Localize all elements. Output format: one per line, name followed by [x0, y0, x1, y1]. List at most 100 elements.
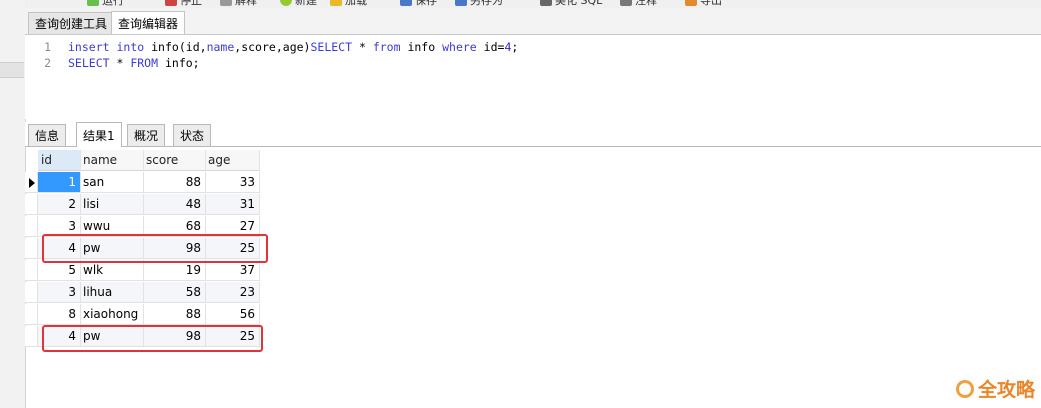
row-indicator[interactable] — [25, 304, 38, 325]
sql-keyword: SELECT — [68, 56, 110, 70]
row-indicator[interactable] — [25, 260, 38, 281]
sql-token: id — [185, 40, 200, 54]
sql-token: id — [483, 40, 498, 54]
save-icon — [400, 0, 412, 6]
tab-query-editor-label: 查询编辑器 — [118, 16, 179, 31]
toolbar-export[interactable]: 导出 — [685, 0, 722, 7]
cell-score[interactable]: 88 — [144, 172, 206, 193]
stop-icon — [165, 0, 177, 6]
column-header-name[interactable]: name — [81, 150, 144, 171]
toolbar-stop[interactable]: 停止 — [165, 0, 202, 7]
tab-status[interactable]: 状态 — [173, 124, 212, 146]
sql-editor[interactable]: 1 2 insert into info(id,name,score,age)S… — [25, 35, 1041, 119]
line-number: 2 — [44, 56, 51, 70]
toolbar-save[interactable]: 保存 — [400, 0, 437, 7]
tab-info-label: 信息 — [35, 129, 60, 143]
toolbar-load[interactable]: 加载 — [330, 0, 367, 7]
toolbar-stop-label: 停止 — [180, 0, 202, 7]
side-panel-selected-item[interactable] — [0, 62, 24, 78]
cell-id[interactable]: 5 — [38, 260, 81, 281]
toolbar-new-label: 新建 — [295, 0, 317, 7]
result-tab-bar: 信息 结果1 概况 状态 — [25, 122, 1041, 147]
toolbar-run-label: 运行 — [102, 0, 124, 7]
cell-age[interactable]: 37 — [206, 260, 260, 281]
cell-score[interactable]: 48 — [144, 194, 206, 215]
row-indicator[interactable] — [25, 172, 38, 193]
comment-icon — [620, 0, 632, 6]
sql-keyword: insert — [68, 40, 110, 54]
sql-token: ; — [192, 56, 200, 70]
row-indicator[interactable] — [25, 282, 38, 303]
sql-line-2: SELECT * FROM info; — [68, 56, 200, 70]
toolbar-save-as-label: 另存为 — [470, 0, 503, 7]
explain-icon — [220, 0, 232, 6]
cell-id[interactable]: 8 — [38, 304, 81, 325]
row-indicator[interactable] — [25, 194, 38, 215]
cell-score[interactable]: 88 — [144, 304, 206, 325]
sql-token: age — [282, 40, 304, 54]
tab-info[interactable]: 信息 — [28, 124, 67, 146]
toolbar-comment-label: 注释 — [635, 0, 657, 7]
editor-tab-bar: 查询创建工具 查询编辑器 — [25, 8, 1041, 35]
sql-token: , — [199, 40, 207, 54]
highlight-box-inserted-row — [42, 325, 263, 352]
save-as-icon — [455, 0, 467, 6]
cell-score[interactable]: 19 — [144, 260, 206, 281]
tab-overview-label: 概况 — [134, 129, 159, 143]
sql-line-1: insert into info(id,name,score,age)SELEC… — [68, 40, 518, 54]
cell-age[interactable]: 56 — [206, 304, 260, 325]
column-header-age[interactable]: age — [206, 150, 260, 171]
highlight-box-original-row — [42, 234, 268, 263]
column-header-id[interactable]: id — [38, 150, 81, 171]
cell-id[interactable]: 1 — [38, 172, 81, 193]
row-indicator[interactable] — [25, 326, 38, 347]
tab-result-1-label: 结果1 — [83, 128, 115, 143]
toolbar-run[interactable]: 运行 — [87, 0, 124, 7]
sql-token: info — [164, 56, 193, 70]
toolbar-save-as[interactable]: 另存为 — [455, 0, 503, 7]
cell-name[interactable]: lihua — [81, 282, 144, 303]
cell-name[interactable]: xiaohong — [81, 304, 144, 325]
toolbar-load-label: 加载 — [345, 0, 367, 7]
tab-query-builder[interactable]: 查询创建工具 — [28, 12, 115, 34]
toolbar-explain[interactable]: 解释 — [220, 0, 257, 7]
cell-id[interactable]: 2 — [38, 194, 81, 215]
sql-token: , — [275, 40, 283, 54]
toolbar-new[interactable]: 新建 — [280, 0, 317, 7]
watermark-text: 全攻略 — [977, 379, 1035, 401]
tab-overview[interactable]: 概况 — [127, 124, 166, 146]
tab-status-label: 状态 — [180, 129, 205, 143]
tab-query-editor[interactable]: 查询编辑器 — [111, 11, 186, 34]
row-indicator[interactable] — [25, 216, 38, 237]
cell-age[interactable]: 23 — [206, 282, 260, 303]
cell-name[interactable]: san — [81, 172, 144, 193]
row-indicator[interactable] — [25, 238, 38, 259]
sql-token: score — [241, 40, 276, 54]
current-row-arrow-icon — [29, 178, 35, 188]
sql-token: info — [151, 40, 179, 54]
new-icon — [280, 0, 292, 6]
sql-token: * — [352, 40, 373, 54]
cell-score[interactable]: 58 — [144, 282, 206, 303]
sql-token: ( — [178, 40, 186, 54]
sql-keyword: FROM — [130, 56, 159, 70]
cell-age[interactable]: 31 — [206, 194, 260, 215]
export-icon — [685, 0, 697, 6]
side-panel-strip — [0, 0, 26, 408]
cell-name[interactable]: lisi — [81, 194, 144, 215]
cell-id[interactable]: 3 — [38, 282, 81, 303]
cell-name[interactable]: wlk — [81, 260, 144, 281]
toolbar-beautify[interactable]: 美化 SQL — [540, 0, 602, 7]
sql-token: ; — [511, 40, 519, 54]
sql-keyword: into — [116, 40, 145, 54]
toolbar-save-label: 保存 — [415, 0, 437, 7]
beautify-icon — [540, 0, 552, 6]
load-icon — [330, 0, 342, 6]
watermark-logo-icon — [955, 379, 974, 398]
column-header-score[interactable]: score — [144, 150, 206, 171]
tab-result-1[interactable]: 结果1 — [76, 122, 122, 147]
toolbar-comment[interactable]: 注释 — [620, 0, 657, 7]
sql-token: info — [407, 40, 436, 54]
cell-age[interactable]: 33 — [206, 172, 260, 193]
